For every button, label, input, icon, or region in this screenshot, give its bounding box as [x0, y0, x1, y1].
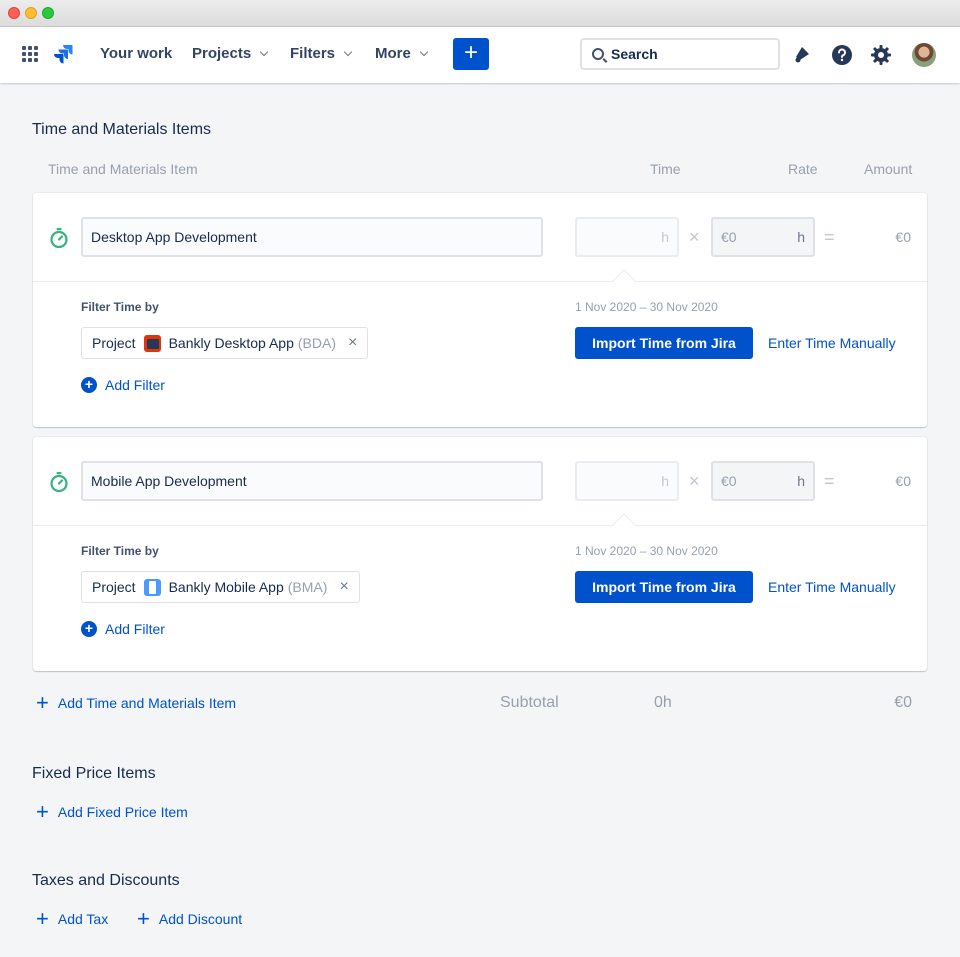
tm-section-title: Time and Materials Items: [32, 121, 212, 138]
filter-field: Project: [92, 579, 136, 595]
app-switcher-icon[interactable]: [22, 46, 39, 63]
help-icon[interactable]: [831, 44, 853, 71]
filter-field: Project: [92, 335, 136, 351]
nav-your-work-label: Your work: [100, 45, 173, 62]
search-placeholder: Search: [611, 46, 658, 62]
item-name-input[interactable]: Desktop App Development: [81, 217, 543, 257]
equals-sign: =: [824, 227, 835, 247]
date-range: 1 Nov 2020 – 30 Nov 2020: [575, 300, 718, 314]
plus-icon: +: [36, 906, 49, 931]
add-tm-item-button[interactable]: + Add Time and Materials Item: [36, 690, 237, 715]
equals-sign: =: [824, 471, 835, 491]
add-filter-button[interactable]: + Add Filter: [81, 621, 165, 637]
enter-time-manually-link[interactable]: Enter Time Manually: [768, 579, 896, 595]
add-circle-icon: +: [81, 621, 97, 637]
filter-label: Filter Time by: [81, 300, 159, 314]
import-time-button[interactable]: Import Time from Jira: [575, 571, 753, 603]
filter-value: Bankly Desktop App: [168, 335, 294, 351]
date-range: 1 Nov 2020 – 30 Nov 2020: [575, 544, 718, 558]
timer-icon: [50, 228, 68, 249]
add-discount-button[interactable]: + Add Discount: [137, 906, 243, 931]
add-discount-label: Add Discount: [158, 911, 243, 927]
hours-unit: h: [661, 229, 669, 245]
column-header-rate: Rate: [788, 161, 818, 177]
import-time-button[interactable]: Import Time from Jira: [575, 327, 753, 359]
add-tax-button[interactable]: + Add Tax: [36, 906, 109, 931]
add-circle-icon: +: [81, 377, 97, 393]
project-avatar-icon: [143, 334, 161, 352]
subtotal-amount: €0: [894, 694, 912, 711]
nav-filters-label: Filters: [290, 45, 336, 62]
jira-logo-icon[interactable]: [52, 43, 74, 70]
tm-item-row: Desktop App Development h × €0 h = €0: [33, 193, 927, 282]
subtotal-time: 0h: [654, 694, 672, 711]
multiply-sign: ×: [689, 227, 700, 247]
subtotal-label: Subtotal: [500, 694, 559, 711]
column-header-time: Time: [650, 161, 681, 177]
create-button[interactable]: +: [453, 38, 489, 70]
plus-icon: +: [36, 690, 49, 715]
add-tm-item-label: Add Time and Materials Item: [57, 695, 237, 711]
rate-value: €0: [721, 473, 737, 489]
project-avatar-icon: [143, 578, 161, 596]
hours-input[interactable]: h: [575, 217, 679, 257]
item-amount: €0: [895, 473, 911, 489]
settings-icon[interactable]: [870, 44, 892, 71]
item-amount: €0: [895, 229, 911, 245]
filter-chip[interactable]: Project Bankly Desktop App (BDA) ×: [81, 327, 369, 359]
search-input[interactable]: Search: [580, 38, 780, 70]
add-fixed-item-button[interactable]: + Add Fixed Price Item: [36, 799, 188, 824]
item-name-input[interactable]: Mobile App Development: [81, 461, 543, 501]
plus-icon: +: [36, 799, 49, 824]
tm-item-card: Desktop App Development h × €0 h = €0 Fi…: [33, 193, 927, 427]
rate-unit: h: [797, 473, 805, 489]
taxes-section-title: Taxes and Discounts: [32, 872, 180, 889]
top-navigation: Your work Projects Filters More + Search: [0, 27, 960, 83]
close-icon[interactable]: ×: [348, 334, 357, 352]
rate-input[interactable]: €0 h: [711, 461, 815, 501]
notifications-icon[interactable]: [792, 44, 812, 69]
avatar[interactable]: [912, 43, 936, 67]
project-key: (BDA): [297, 335, 336, 351]
window-minimize-button[interactable]: [25, 7, 37, 19]
filter-label: Filter Time by: [81, 544, 159, 558]
plus-icon: +: [137, 906, 150, 931]
nav-projects-label: Projects: [192, 45, 252, 62]
rate-value: €0: [721, 229, 737, 245]
fixed-section-title: Fixed Price Items: [32, 765, 156, 782]
nav-projects-dropdown[interactable]: Projects: [192, 45, 269, 62]
window-maximize-button[interactable]: [42, 7, 54, 19]
rate-input[interactable]: €0 h: [711, 217, 815, 257]
hours-unit: h: [661, 473, 669, 489]
chevron-down-icon: [419, 47, 429, 56]
chevron-down-icon: [343, 47, 353, 56]
project-key: (BMA): [287, 579, 328, 595]
hours-input[interactable]: h: [575, 461, 679, 501]
nav-more-label: More: [375, 45, 411, 62]
rate-unit: h: [797, 229, 805, 245]
window-close-button[interactable]: [8, 7, 20, 19]
add-filter-button[interactable]: + Add Filter: [81, 377, 165, 393]
filter-value: Bankly Mobile App: [168, 579, 284, 595]
column-header-item: Time and Materials Item: [48, 161, 198, 177]
search-icon: [592, 48, 604, 60]
window-titlebar: [0, 0, 960, 27]
column-header-amount: Amount: [864, 161, 913, 177]
filter-chip[interactable]: Project Bankly Mobile App (BMA) ×: [81, 571, 360, 603]
nav-your-work[interactable]: Your work: [100, 45, 172, 62]
timer-icon: [50, 472, 68, 493]
nav-filters-dropdown[interactable]: Filters: [290, 45, 353, 62]
tm-item-card: Mobile App Development h × €0 h = €0 Fil…: [33, 437, 927, 671]
enter-time-manually-link[interactable]: Enter Time Manually: [768, 335, 896, 351]
multiply-sign: ×: [689, 471, 700, 491]
nav-more-dropdown[interactable]: More: [375, 45, 429, 62]
close-icon[interactable]: ×: [339, 578, 348, 596]
add-filter-label: Add Filter: [105, 377, 165, 393]
tm-item-row: Mobile App Development h × €0 h = €0: [33, 437, 927, 526]
add-tax-label: Add Tax: [57, 911, 109, 927]
add-filter-label: Add Filter: [105, 621, 165, 637]
add-fixed-item-label: Add Fixed Price Item: [57, 804, 188, 820]
chevron-down-icon: [259, 47, 269, 56]
